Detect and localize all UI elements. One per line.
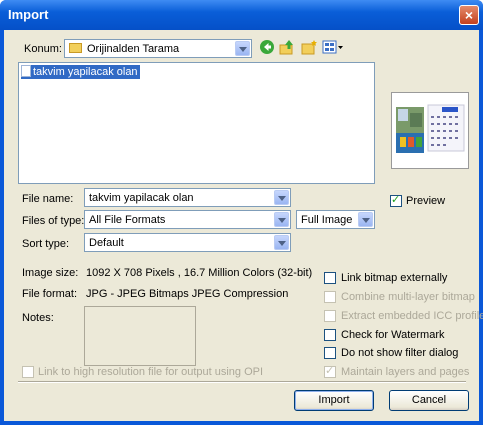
- opi-link-label: Link to high resolution file for output …: [38, 366, 264, 378]
- files-of-type-dropdown[interactable]: All File Formats: [84, 210, 291, 229]
- window-title: Import: [8, 7, 49, 22]
- chevron-down-icon[interactable]: [274, 190, 289, 205]
- up-folder-icon[interactable]: [279, 39, 295, 55]
- image-mode-value: Full Image: [301, 214, 353, 226]
- file-list[interactable]: takvim yapilacak olan: [18, 62, 375, 184]
- image-file-icon: [21, 65, 31, 77]
- chevron-down-icon[interactable]: [274, 212, 289, 227]
- check-watermark-checkbox[interactable]: [324, 329, 336, 341]
- chevron-down-icon[interactable]: [358, 212, 373, 227]
- close-icon: ×: [464, 7, 474, 23]
- chevron-down-icon[interactable]: [274, 235, 289, 250]
- notes-label: Notes:: [22, 312, 54, 324]
- list-item[interactable]: takvim yapilacak olan: [21, 65, 140, 79]
- opi-link-checkbox[interactable]: [22, 366, 34, 378]
- location-label: Konum:: [24, 43, 62, 55]
- image-mode-dropdown[interactable]: Full Image: [296, 210, 375, 229]
- option-label: Do not show filter dialog: [341, 347, 459, 359]
- folder-icon: [69, 43, 82, 53]
- view-menu-icon[interactable]: [322, 39, 344, 55]
- chevron-down-icon[interactable]: [235, 41, 250, 56]
- maintain-layers-checkbox[interactable]: [324, 364, 336, 378]
- sort-type-dropdown[interactable]: Default: [84, 233, 291, 252]
- title-bar[interactable]: Import ×: [0, 0, 483, 30]
- file-format-value: JPG - JPEG Bitmaps JPEG Compression: [86, 288, 289, 300]
- image-size-label: Image size:: [22, 267, 79, 279]
- sort-type-label: Sort type:: [22, 238, 70, 250]
- file-format-label: File format:: [22, 288, 78, 300]
- option-label: Link bitmap externally: [341, 272, 448, 284]
- location-dropdown[interactable]: Orijinalden Tarama: [64, 39, 252, 58]
- preview-checkbox[interactable]: [390, 193, 402, 207]
- preview-thumbnail: [391, 92, 469, 169]
- import-dialog: Import × Konum: Orijinalden Tarama takvi…: [0, 0, 483, 425]
- calendar-thumbnail-image: [392, 93, 468, 168]
- option-label: Extract embedded ICC profile: [341, 310, 483, 322]
- close-button[interactable]: ×: [459, 5, 479, 25]
- preview-label: Preview: [406, 195, 446, 207]
- import-button[interactable]: Import: [294, 390, 374, 411]
- back-icon[interactable]: [259, 39, 275, 55]
- files-of-type-value: All File Formats: [89, 214, 166, 226]
- file-name-input[interactable]: takvim yapilacak olan: [84, 188, 291, 207]
- notes-box: [84, 306, 196, 366]
- file-item-name: takvim yapilacak olan: [33, 66, 138, 78]
- cancel-button[interactable]: Cancel: [389, 390, 469, 411]
- image-size-value: 1092 X 708 Pixels , 16.7 Million Colors …: [86, 267, 313, 279]
- option-label: Check for Watermark: [341, 329, 445, 341]
- combine-multi-layer-checkbox[interactable]: [324, 291, 336, 303]
- file-name-value: takvim yapilacak olan: [89, 192, 194, 204]
- option-label: Combine multi-layer bitmap: [341, 291, 475, 303]
- divider: [18, 381, 466, 383]
- link-bitmap-externally-checkbox[interactable]: [324, 272, 336, 284]
- do-not-show-filter-dialog-checkbox[interactable]: [324, 347, 336, 359]
- dialog-body: Konum: Orijinalden Tarama takvim yapilac…: [4, 30, 483, 421]
- option-label: Maintain layers and pages: [341, 366, 470, 378]
- location-value: Orijinalden Tarama: [87, 43, 180, 55]
- files-of-type-label: Files of type:: [22, 215, 85, 227]
- extract-icc-profile-checkbox[interactable]: [324, 310, 336, 322]
- new-folder-icon[interactable]: [301, 39, 317, 55]
- file-name-label: File name:: [22, 193, 74, 205]
- sort-type-value: Default: [89, 237, 124, 249]
